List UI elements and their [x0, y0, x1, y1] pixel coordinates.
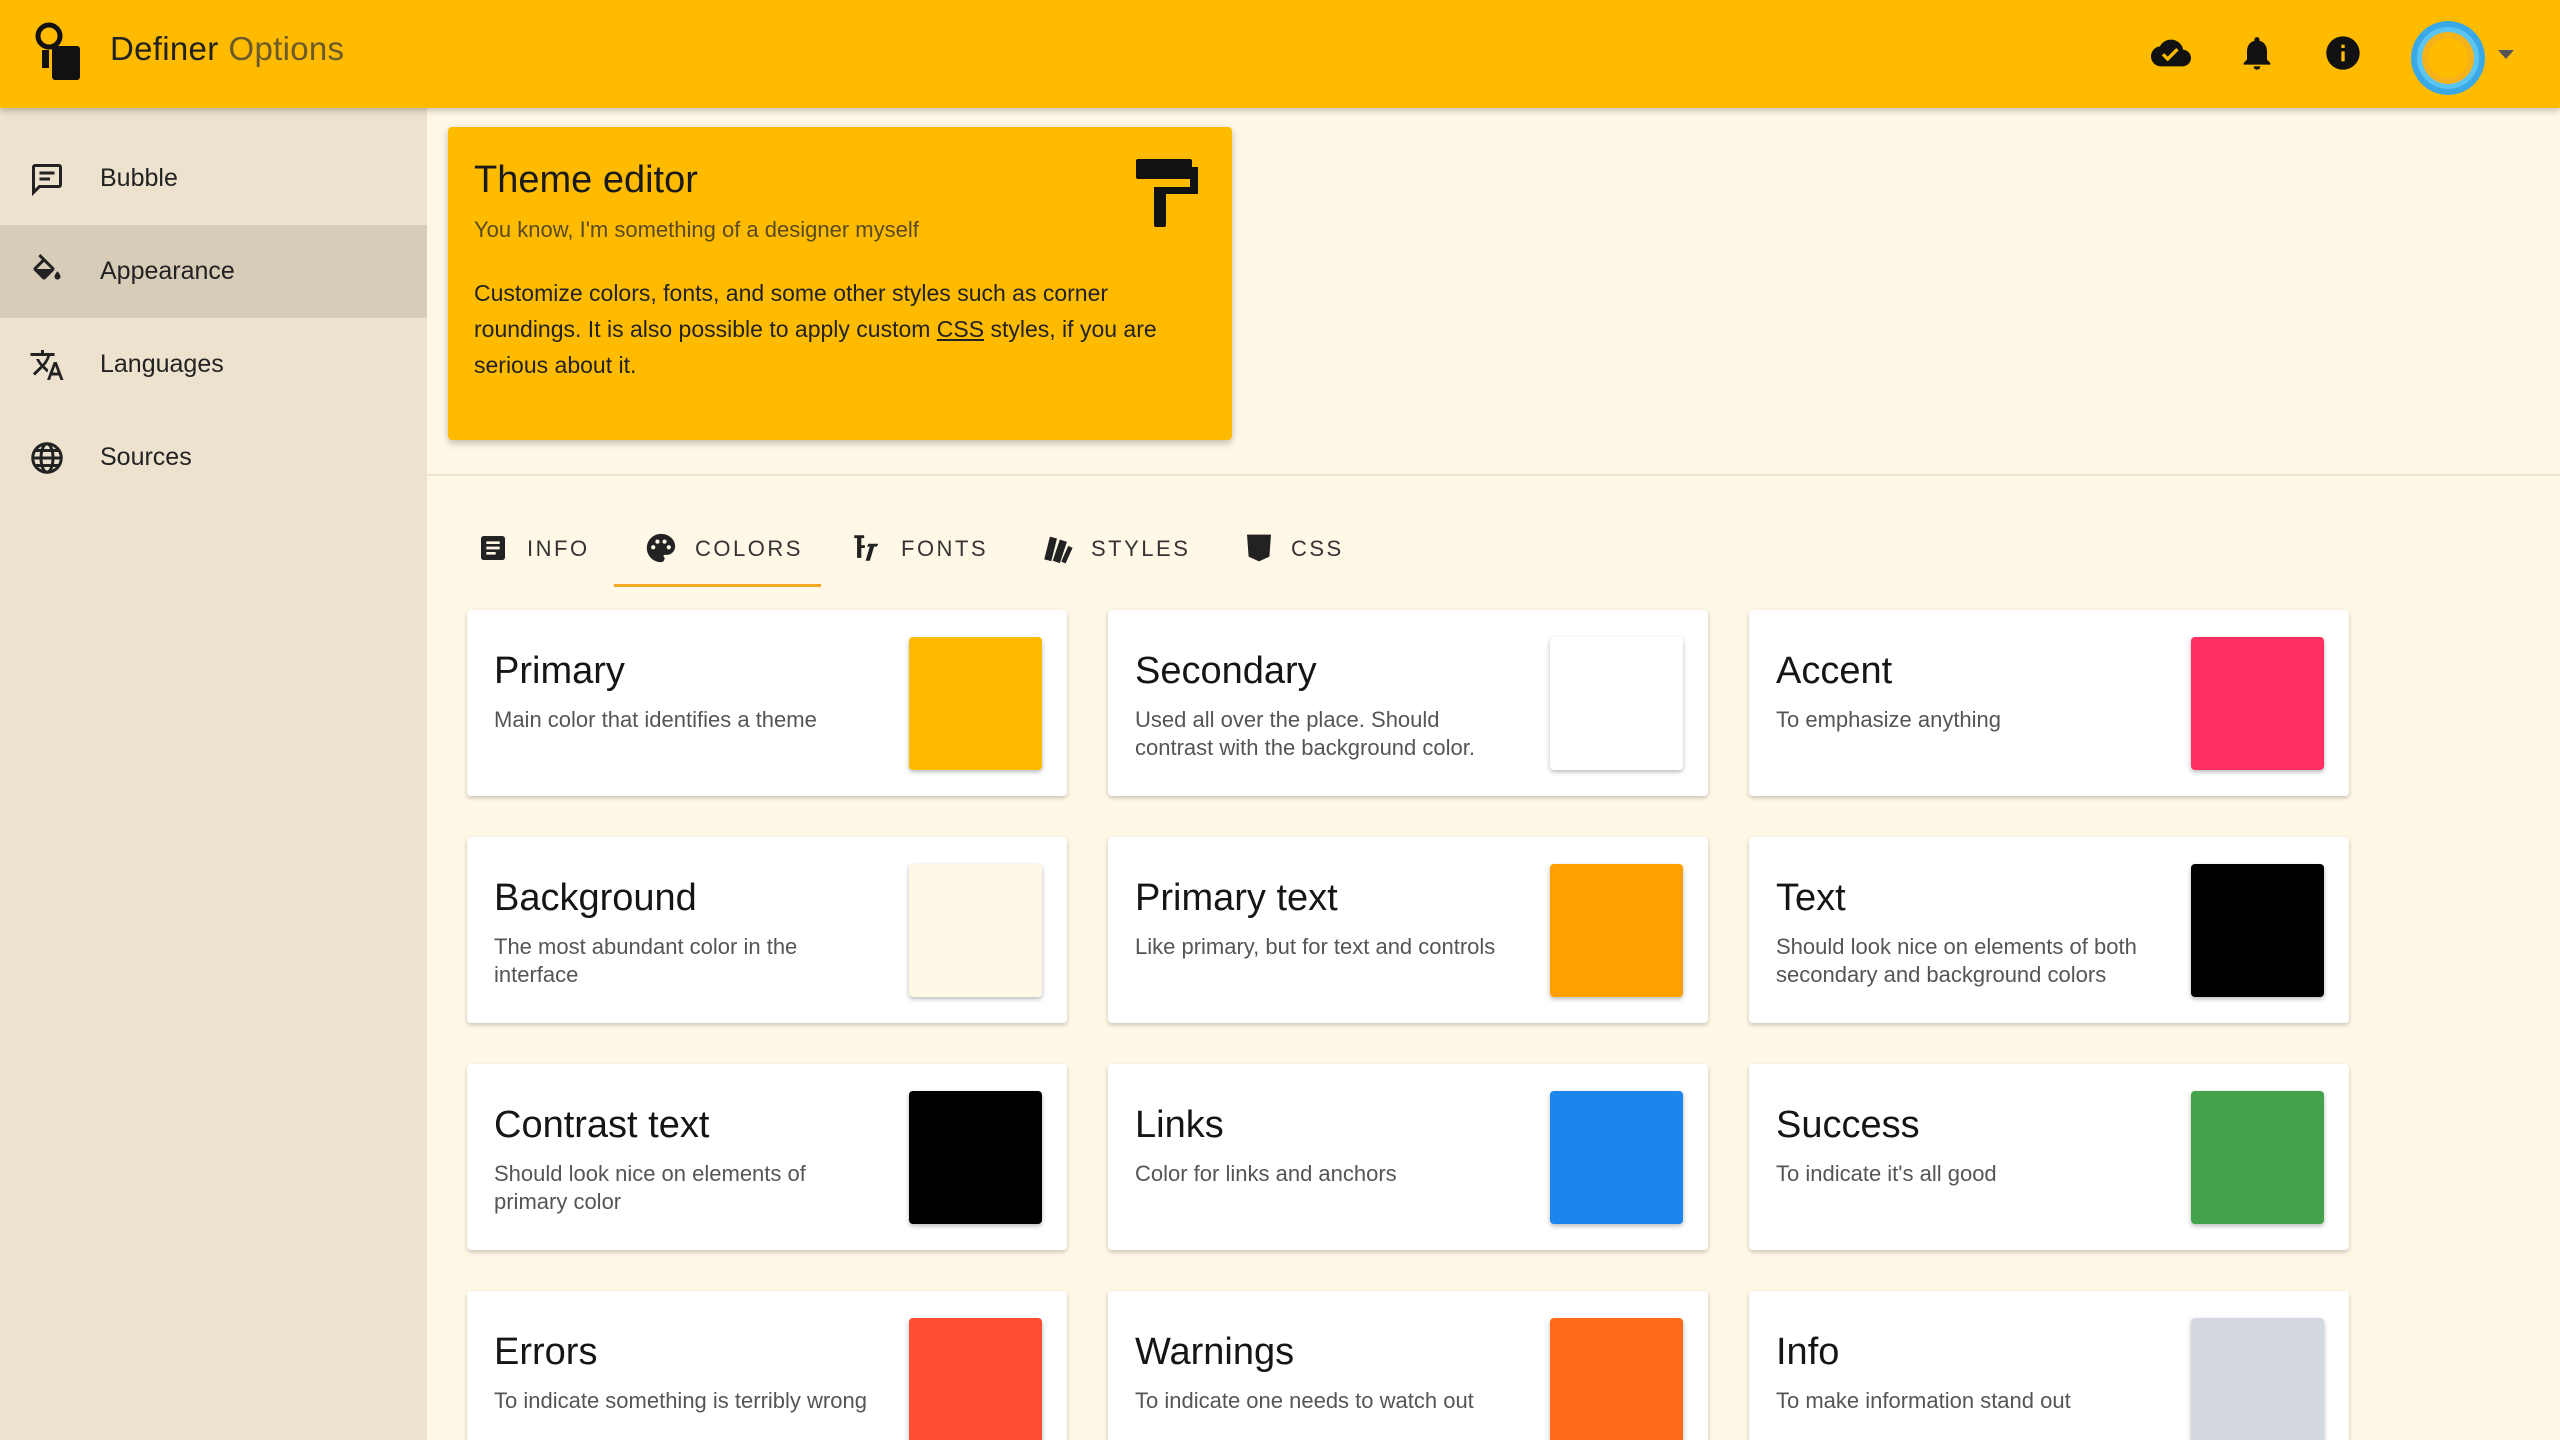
hero-subtitle: You know, I'm something of a designer my… [474, 217, 919, 242]
color-card-description: Color for links and anchors [1135, 1161, 1397, 1186]
app-title-sub: Options [228, 30, 345, 67]
color-swatch[interactable] [909, 637, 1042, 770]
color-swatch[interactable] [2191, 1091, 2324, 1224]
account-menu[interactable] [2408, 14, 2520, 95]
color-card-links[interactable]: Links Color for links and anchors [1108, 1064, 1708, 1250]
color-card-description: Should look nice on elements of both sec… [1776, 934, 2137, 987]
globe-icon [26, 437, 68, 479]
color-card-title: Errors [494, 1331, 598, 1373]
color-swatch[interactable] [2191, 637, 2324, 770]
app-title: Definer Options [110, 30, 344, 68]
palette-icon [643, 530, 679, 566]
color-card-title: Accent [1776, 650, 1893, 692]
color-card-text[interactable]: Text Should look nice on elements of bot… [1749, 837, 2349, 1023]
color-card-description: To indicate something is terribly wrong [494, 1388, 867, 1413]
app-bar: Definer Options [0, 0, 2560, 108]
color-card-title: Contrast text [494, 1104, 710, 1146]
tab-fonts[interactable]: FONTS [849, 514, 989, 590]
color-swatch[interactable] [1550, 637, 1683, 770]
hero-title: Theme editor [474, 159, 698, 201]
tab-label: CSS [1291, 536, 1344, 561]
color-card-description: Main color that identifies a theme [494, 707, 817, 732]
tab-label: STYLES [1091, 536, 1191, 561]
color-card-background[interactable]: Background The most abundant color in th… [467, 837, 1067, 1023]
app-logo-icon [35, 22, 80, 80]
color-card-errors[interactable]: Errors To indicate something is terribly… [467, 1291, 1067, 1440]
info-icon[interactable] [2320, 30, 2366, 76]
chevron-down-icon [2498, 50, 2514, 59]
color-card-title: Background [494, 877, 697, 919]
css-link[interactable]: CSS [937, 316, 984, 342]
chat-bubble-icon [26, 158, 68, 200]
app-title-main: Definer [110, 30, 219, 67]
color-card-primary[interactable]: Primary Main color that identifies a the… [467, 610, 1067, 796]
active-tab-indicator [614, 584, 821, 587]
color-card-contrast-text[interactable]: Contrast text Should look nice on elemen… [467, 1064, 1067, 1250]
color-card-success[interactable]: Success To indicate it's all good [1749, 1064, 2349, 1250]
sidebar-item-languages[interactable]: Languages [0, 318, 427, 411]
color-card-accent[interactable]: Accent To emphasize anything [1749, 610, 2349, 796]
sidebar: Bubble Appearance Languages Sources [0, 108, 427, 1440]
color-card-secondary[interactable]: Secondary Used all over the place. Shoul… [1108, 610, 1708, 796]
color-swatch[interactable] [909, 1318, 1042, 1440]
color-swatch[interactable] [2191, 864, 2324, 997]
paint-bucket-icon [26, 251, 68, 293]
color-card-title: Primary text [1135, 877, 1338, 919]
section-divider [427, 474, 2560, 476]
paint-roller-icon [1136, 159, 1198, 227]
article-icon [475, 530, 511, 566]
color-card-title: Secondary [1135, 650, 1317, 692]
color-card-title: Success [1776, 1104, 1920, 1146]
color-card-description: Should look nice on elements of primary … [494, 1161, 806, 1214]
tab-colors[interactable]: COLORS [643, 514, 803, 590]
sidebar-item-appearance[interactable]: Appearance [0, 225, 427, 318]
translate-icon [26, 344, 68, 386]
color-card-title: Warnings [1135, 1331, 1295, 1373]
tab-label: COLORS [695, 536, 803, 561]
color-card-title: Links [1135, 1104, 1224, 1146]
hero-description: Customize colors, fonts, and some other … [474, 275, 1204, 383]
sidebar-item-label: Appearance [100, 257, 235, 285]
cloud-done-icon[interactable] [2148, 30, 2194, 76]
swatchbook-icon [1039, 530, 1075, 566]
css3-icon [1241, 530, 1277, 566]
sidebar-item-label: Languages [100, 350, 224, 378]
color-swatch[interactable] [2191, 1318, 2324, 1440]
color-card-description: To indicate one needs to watch out [1135, 1388, 1474, 1413]
color-card-description: Like primary, but for text and controls [1135, 934, 1496, 959]
sidebar-item-sources[interactable]: Sources [0, 411, 427, 504]
bell-icon[interactable] [2234, 30, 2280, 76]
tab-css[interactable]: CSS [1241, 514, 1351, 590]
theme-editor-card: Theme editor You know, I'm something of … [448, 127, 1232, 440]
color-card-primary-text[interactable]: Primary text Like primary, but for text … [1108, 837, 1708, 1023]
tab-info[interactable]: INFO [475, 514, 595, 590]
sidebar-item-label: Sources [100, 443, 192, 471]
sidebar-item-label: Bubble [100, 164, 178, 192]
tab-label: FONTS [901, 536, 989, 561]
color-card-title: Primary [494, 650, 625, 692]
color-card-title: Info [1776, 1331, 1840, 1373]
color-card-description: To indicate it's all good [1776, 1161, 1997, 1186]
color-swatch[interactable] [909, 864, 1042, 997]
color-card-description: Used all over the place. Should contrast… [1135, 707, 1475, 760]
color-card-description: To make information stand out [1776, 1388, 2071, 1413]
color-swatch[interactable] [1550, 864, 1683, 997]
color-card-warnings[interactable]: Warnings To indicate one needs to watch … [1108, 1291, 1708, 1440]
tab-styles[interactable]: STYLES [1039, 514, 1199, 590]
font-icon [849, 530, 885, 566]
sidebar-item-bubble[interactable]: Bubble [0, 132, 427, 225]
color-card-description: To emphasize anything [1776, 707, 2002, 732]
avatar [2411, 21, 2485, 95]
color-swatch[interactable] [1550, 1318, 1683, 1440]
tab-label: INFO [527, 536, 590, 561]
color-card-info[interactable]: Info To make information stand out [1749, 1291, 2349, 1440]
color-swatch[interactable] [909, 1091, 1042, 1224]
color-swatch[interactable] [1550, 1091, 1683, 1224]
color-card-description: The most abundant color in the interface [494, 934, 798, 987]
color-card-title: Text [1776, 877, 1846, 919]
